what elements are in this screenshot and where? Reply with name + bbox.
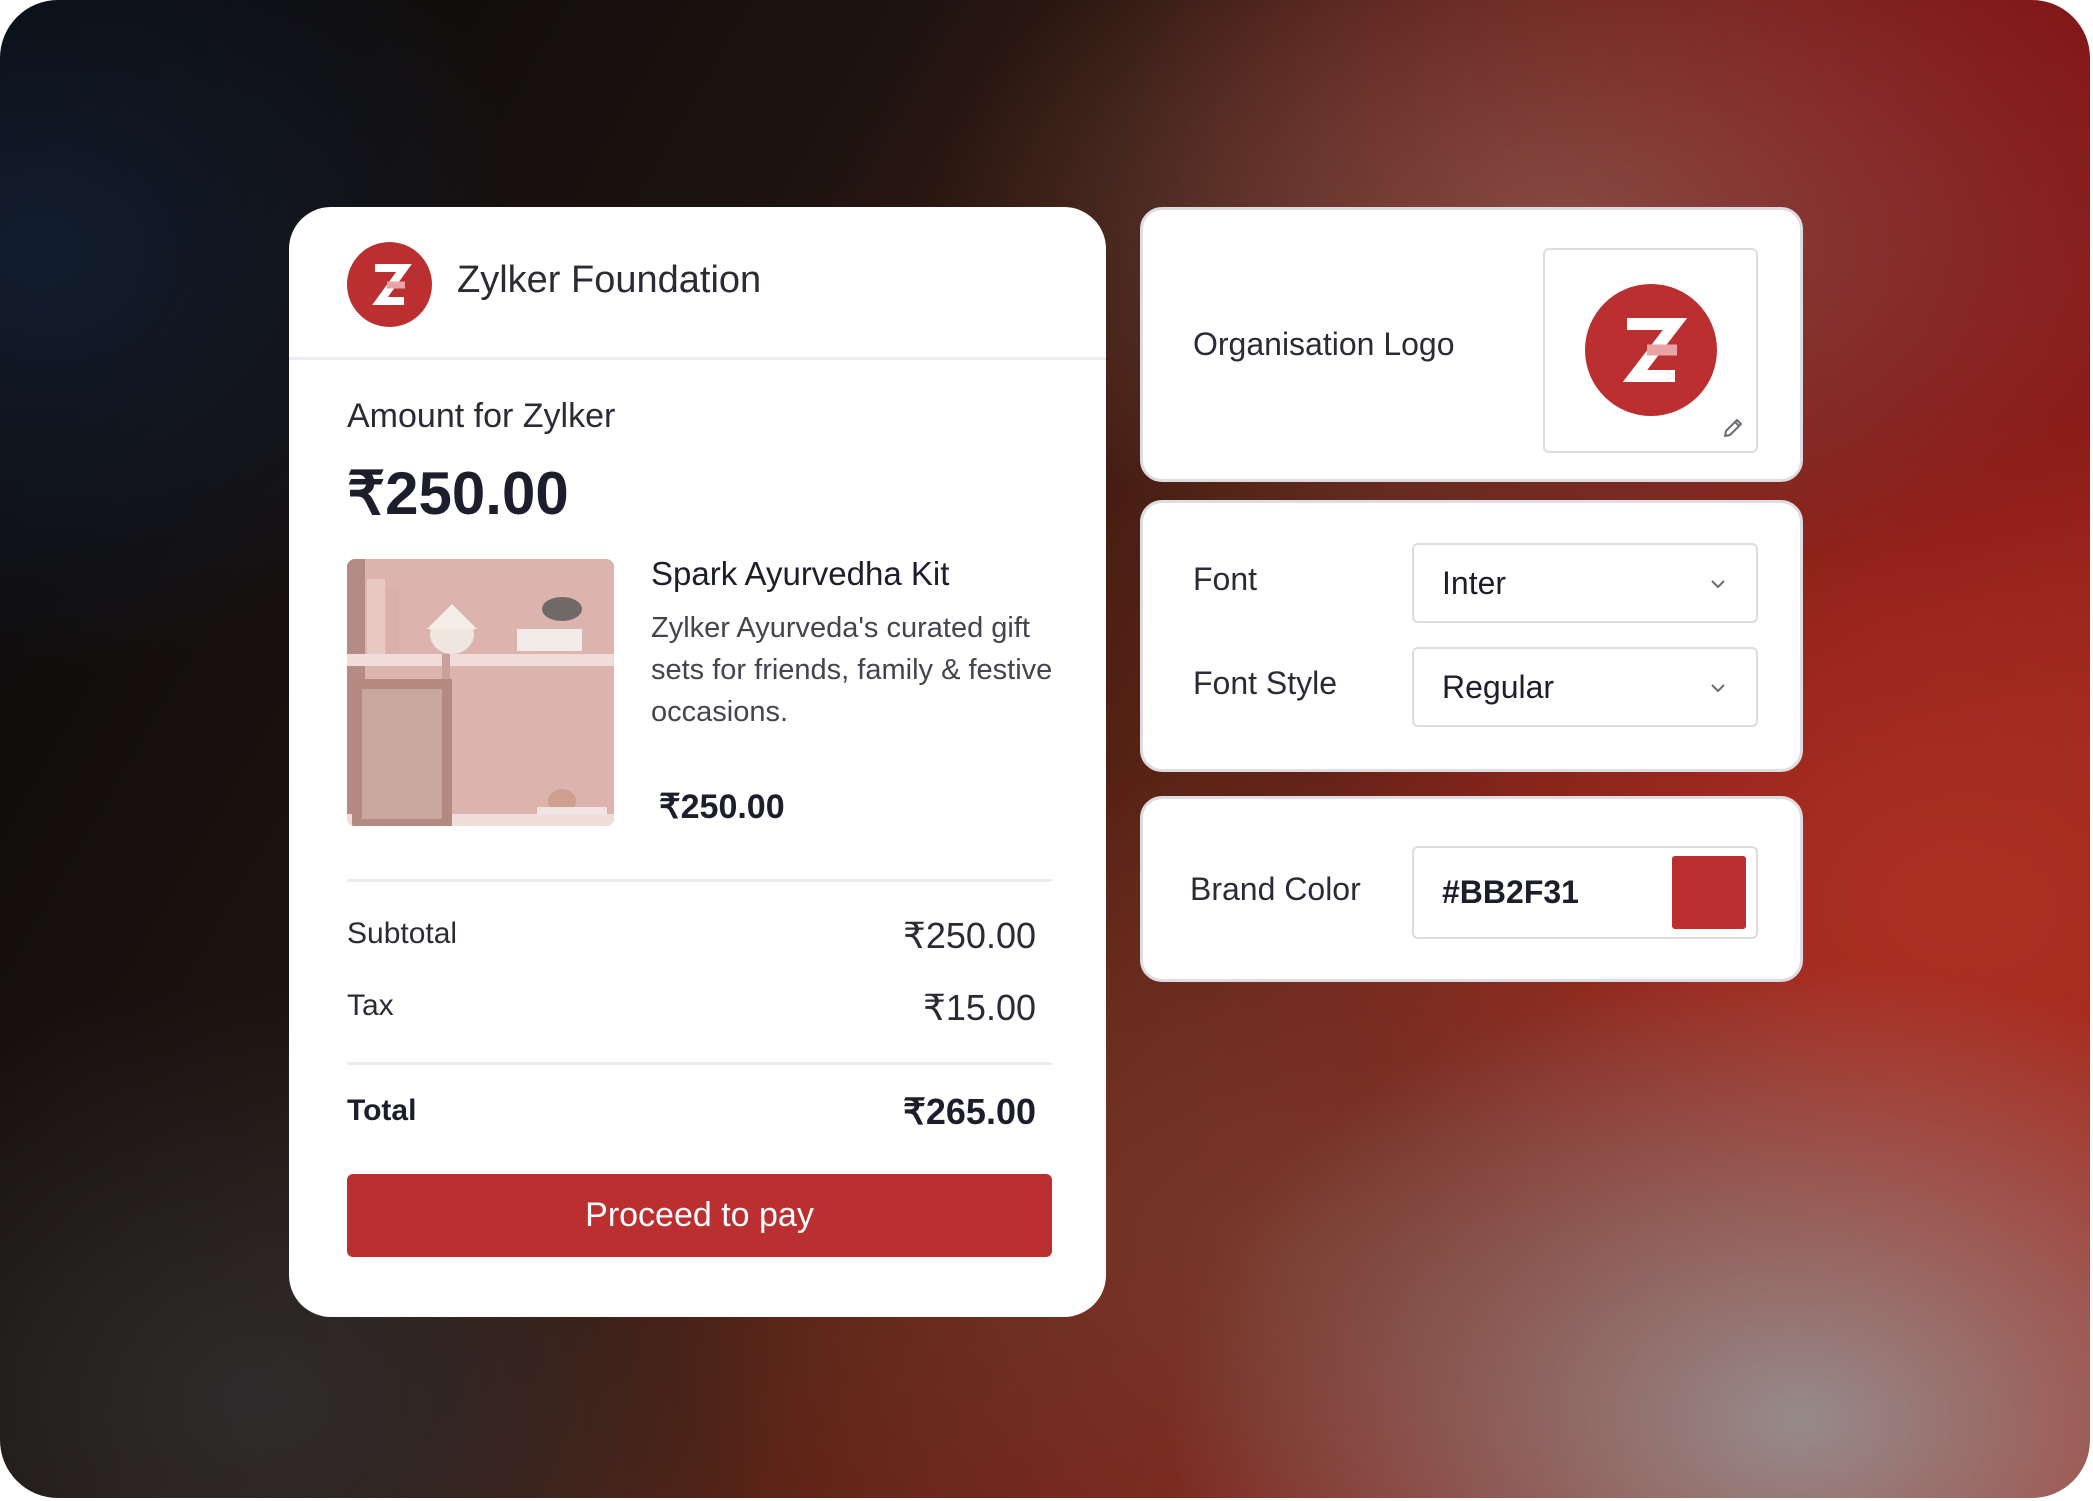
- chevron-down-icon: [1710, 577, 1726, 589]
- subtotal-value: ₹250.00: [902, 915, 1036, 956]
- brand-color-swatch[interactable]: [1672, 856, 1746, 929]
- font-select[interactable]: Inter: [1412, 543, 1758, 623]
- checkout-card: Zylker Foundation Amount for Zylker ₹250…: [289, 207, 1106, 1317]
- font-style-select[interactable]: Regular: [1412, 647, 1758, 727]
- product-price: ₹250.00: [659, 788, 785, 826]
- font-select-value: Inter: [1442, 565, 1507, 601]
- divider: [347, 879, 1052, 882]
- font-style-label: Font Style: [1193, 665, 1338, 701]
- organisation-logo-label: Organisation Logo: [1193, 326, 1455, 362]
- brand-color-value: #BB2F31: [1442, 874, 1579, 910]
- proceed-to-pay-button[interactable]: Proceed to pay: [347, 1174, 1052, 1257]
- background: Zylker Foundation Amount for Zylker ₹250…: [0, 0, 2090, 1498]
- tax-value: ₹15.00: [923, 987, 1036, 1028]
- font-settings-card: Font Inter Font Style Regular: [1140, 500, 1803, 772]
- zylker-logo-icon: [1585, 284, 1717, 416]
- font-label: Font: [1193, 561, 1258, 597]
- logo-upload-box[interactable]: [1543, 248, 1758, 453]
- total-value: ₹265.00: [902, 1091, 1036, 1132]
- total-label: Total: [347, 1094, 417, 1127]
- logo-settings-card: Organisation Logo: [1140, 207, 1803, 482]
- amount-label: Amount for Zylker: [347, 397, 616, 435]
- zylker-logo-icon: [347, 242, 432, 327]
- product-name: Spark Ayurvedha Kit: [651, 555, 950, 592]
- tax-label: Tax: [347, 989, 394, 1022]
- product-image: [347, 559, 614, 826]
- subtotal-label: Subtotal: [347, 917, 458, 950]
- org-name: Zylker Foundation: [457, 259, 762, 301]
- brand-color-label: Brand Color: [1190, 871, 1361, 907]
- divider: [347, 1062, 1052, 1065]
- amount-value: ₹250.00: [347, 460, 569, 527]
- chevron-down-icon: [1710, 681, 1726, 693]
- product-description: Zylker Ayurveda's curated gift sets for …: [651, 612, 1053, 728]
- brand-color-input[interactable]: #BB2F31: [1412, 846, 1758, 939]
- edit-pencil-icon[interactable]: [1720, 415, 1746, 441]
- font-style-select-value: Regular: [1442, 669, 1555, 705]
- checkout-header: Zylker Foundation: [289, 207, 1106, 360]
- brand-color-card: Brand Color #BB2F31: [1140, 796, 1803, 982]
